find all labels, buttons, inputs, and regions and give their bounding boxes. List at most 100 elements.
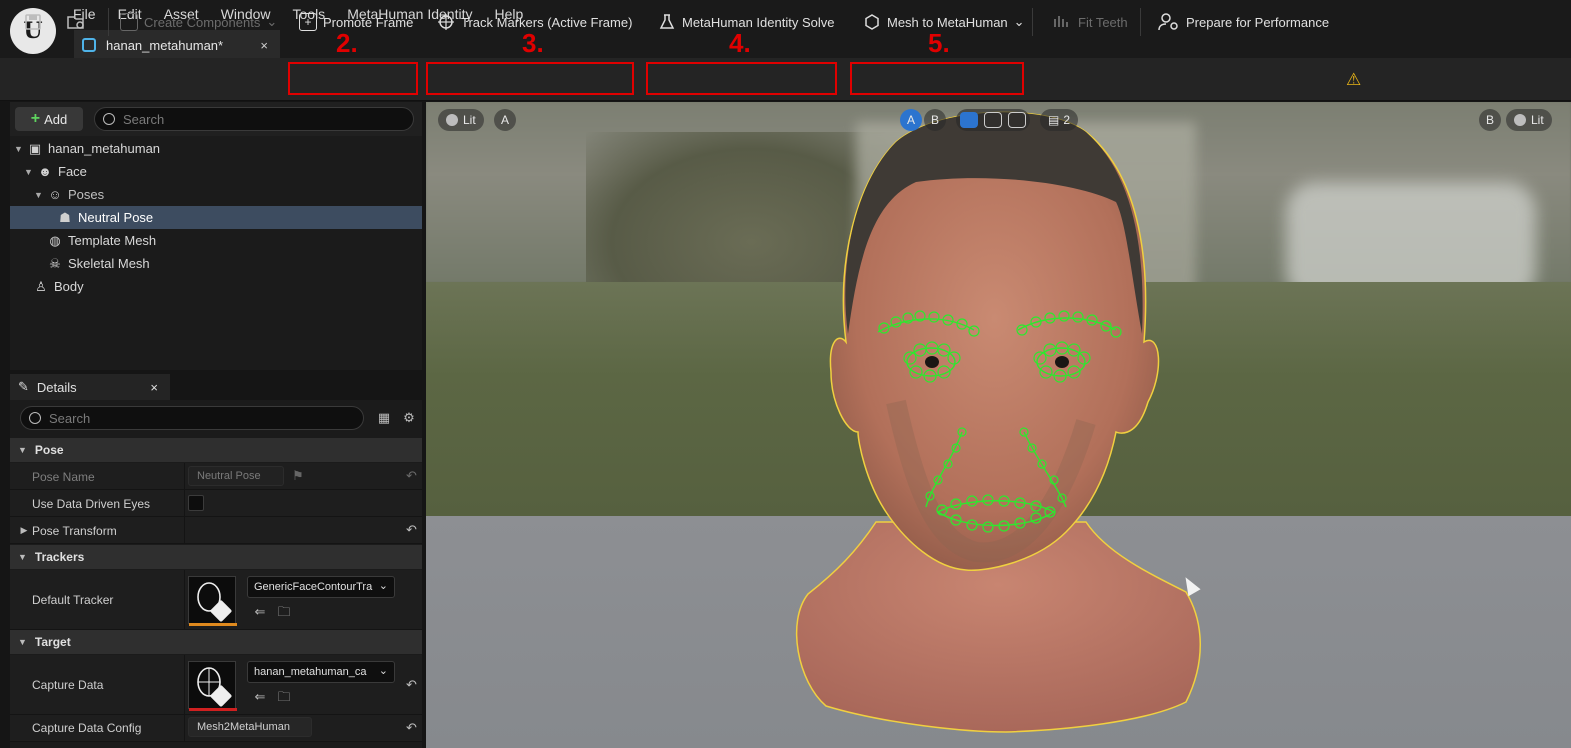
reset-icon[interactable]: ↶ [406,720,417,736]
column-divider [184,570,185,629]
prop-capture-data: Capture Data hanan_metahuman_ca ⌄ ⇐ 🗀 ↶ [10,655,422,715]
mesh-capture-icon [197,667,232,707]
tracker-thumbnail[interactable] [188,576,237,626]
data-driven-eyes-checkbox[interactable] [188,495,204,511]
expand-arrow-icon[interactable]: ▼ [14,144,24,154]
annotation-step-3: 3. [522,28,544,58]
dropdown-value: hanan_metahuman_ca [254,666,367,678]
table-view-icon[interactable]: ▦ [376,410,392,426]
layout-count-label: 2 [1063,113,1071,127]
expand-arrow-icon[interactable]: ▼ [24,167,34,177]
prop-use-data-driven-eyes: Use Data Driven Eyes [10,490,422,517]
column-divider [184,490,185,516]
viewport[interactable]: Lit A A B ▤ 2 B Lit [426,102,1571,748]
chevron-down-icon: ⌄ [1013,14,1025,29]
tree-item-label: Skeletal Mesh [68,256,150,271]
close-icon[interactable]: × [150,380,158,395]
lit-mode-right-button[interactable]: Lit [1506,109,1552,131]
expand-arrow-icon[interactable]: ▶ [16,522,32,538]
tree-item-face[interactable]: ▼ ☻ Face [10,160,422,183]
expand-arrow-icon[interactable]: ▼ [34,190,44,200]
tree-item-template-mesh[interactable]: ◍ Template Mesh [10,229,422,252]
annotation-step-4: 4. [729,28,751,58]
camera-b-button[interactable]: B [1479,109,1501,131]
reset-icon[interactable]: ↶ [406,522,417,538]
column-divider [184,715,185,741]
mask-icon: ☗ [59,209,71,225]
tree-item-label: Poses [68,187,105,202]
folder-search-icon [67,16,84,29]
use-selected-icon[interactable]: ⇐ [252,689,268,705]
annotation-box-identity-solve [646,62,837,95]
view-b-toggle[interactable]: B [924,109,946,131]
tree-item-label: hanan_metahuman [48,141,161,156]
poses-icon: ☺ [48,186,62,202]
camera-a-button[interactable]: A [494,109,516,131]
annotation-box-mesh-to-metahuman [850,62,1024,95]
reset-icon[interactable]: ↶ [406,677,417,693]
flag-icon: ⚑ [292,468,304,483]
use-selected-icon[interactable]: ⇐ [252,604,268,620]
annotation-box-track-markers [426,62,634,95]
fit-teeth-button[interactable]: Fit Teeth [1044,6,1136,38]
annotation-step-5: 5. [928,28,950,58]
section-target[interactable]: ▼ Target [10,630,422,654]
browse-button[interactable] [58,6,94,38]
tree-item-neutral-pose[interactable]: ☗ Neutral Pose [10,206,422,229]
capture-data-config-field[interactable]: Mesh2MetaHuman [188,717,312,737]
default-tracker-dropdown[interactable]: GenericFaceContourTra ⌄ [247,576,395,598]
section-trackers[interactable]: ▼ Trackers [10,545,422,569]
tree-item-poses[interactable]: ▼ ☺ Poses [10,183,422,206]
track-markers-icon [438,14,454,30]
sphere-icon [446,114,458,126]
pencil-icon: ✎ [18,379,29,394]
wipe-view-icon[interactable] [984,112,1002,128]
asset-type-band [189,708,237,711]
dual-view-icon[interactable] [1008,112,1026,128]
tab-close-icon[interactable]: × [260,38,268,53]
warning-icon[interactable]: ⚠ [1346,70,1361,90]
add-label: Add [44,111,68,127]
browse-folder-icon[interactable]: 🗀 [276,604,292,620]
lit-mode-left-button[interactable]: Lit [438,109,484,131]
face-tracker-icon [197,582,232,622]
column-divider [184,463,185,489]
collapse-arrow-icon: ▼ [18,637,27,647]
reset-icon: ↶ [406,468,417,483]
save-button[interactable] [16,6,50,38]
tree-item-skeletal-mesh[interactable]: ☠ Skeletal Mesh [10,252,422,275]
tree-item-hanan-metahuman[interactable]: ▼ ▣ hanan_metahuman [10,137,422,160]
gear-icon[interactable]: ⚙ [401,410,417,426]
tree-search-input[interactable]: Search [94,107,414,131]
capture-data-dropdown[interactable]: hanan_metahuman_ca ⌄ [247,661,395,683]
track-markers-label: Track Markers (Active Frame) [461,14,633,30]
tab-title: hanan_metahuman* [106,37,224,53]
details-search-input[interactable]: Search [20,406,364,430]
view-a-toggle[interactable]: A [900,109,922,131]
tree-item-label: Template Mesh [68,233,157,248]
section-pose[interactable]: ▼ Pose [10,438,422,462]
prepare-performance-button[interactable]: Prepare for Performance [1150,6,1337,38]
details-search-placeholder: Search [49,410,91,426]
prop-label: Pose Transform [32,524,117,538]
browse-folder-icon[interactable]: 🗀 [276,689,292,705]
asset-type-band [189,623,237,626]
layout-count-button[interactable]: ▤ 2 [1040,109,1079,131]
add-button[interactable]: + Add [15,107,83,131]
column-divider [184,655,185,714]
identity-icon: ▣ [28,140,42,156]
toolbar-separator [108,8,109,36]
prop-pose-transform[interactable]: ▶ Pose Transform ↶ [10,517,422,544]
dropdown-value: GenericFaceContourTra [254,581,373,593]
tree-item-label: Body [54,279,84,294]
flask-icon [659,14,675,29]
pose-name-field: Neutral Pose [188,466,284,486]
create-components-button[interactable]: Create Components ⌄ [112,6,285,38]
details-tab[interactable]: ✎ Details × [10,374,170,400]
tree-item-body[interactable]: ♙ Body [10,275,422,298]
tree-search-placeholder: Search [123,111,165,127]
capture-data-thumbnail[interactable] [188,661,237,711]
column-divider [184,517,185,543]
single-view-icon[interactable] [960,112,978,128]
person-gear-icon [1158,13,1178,31]
